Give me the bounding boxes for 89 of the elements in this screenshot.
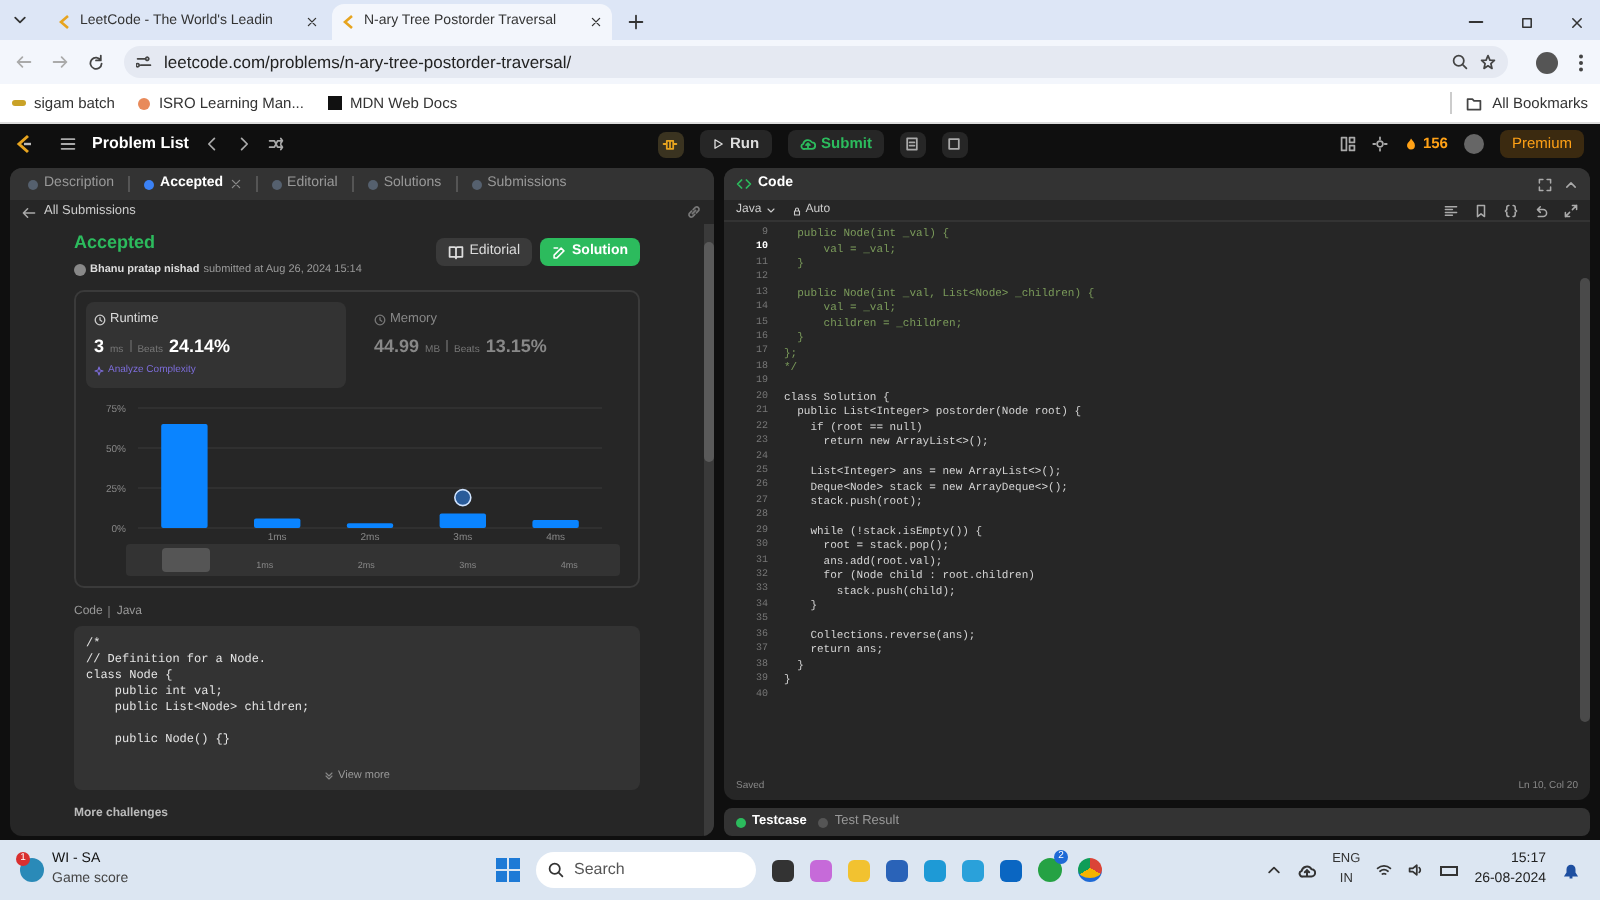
list-icon [60,136,76,152]
settings-icon[interactable] [1372,136,1389,152]
tab-icon [271,179,282,189]
zoom-icon[interactable] [1452,54,1468,70]
search-icon [548,862,564,878]
user-avatar [74,263,86,276]
debug-button[interactable] [657,131,684,157]
sparkle-icon [94,366,104,377]
chrome-icon[interactable] [1078,858,1102,882]
lock-icon [791,205,802,215]
beats-value: 24.14% [168,333,231,359]
status-text: Accepted [74,230,158,256]
beats-value: 13.15% [485,333,547,359]
battery-icon[interactable] [1440,865,1459,875]
user-avatar[interactable] [1463,134,1484,154]
url-text: leetcode.com/problems/n-ary-tree-postorder-traversal/ [164,49,574,75]
clock-icon [374,313,386,326]
bookmark-icon [138,97,151,109]
site-settings-icon[interactable] [136,54,152,70]
profile-avatar[interactable] [1536,51,1558,73]
problem-list-link[interactable]: Problem List [92,132,189,156]
histogram-bar [254,517,301,527]
bookmark-icon [327,96,342,110]
previous-icon[interactable] [204,136,221,152]
tab-icon [28,179,38,189]
volume-icon[interactable] [1408,862,1425,878]
tab-icon [367,179,378,189]
tab-icon [818,817,829,827]
chevron-down-icon [765,205,776,215]
stat-value: 3 [94,333,105,359]
wifi-icon[interactable] [1376,862,1393,878]
tab-icon [736,817,746,827]
edit-icon [552,245,566,259]
note-icon [904,136,921,152]
tab-favicon-icon [58,14,72,30]
maximize-icon[interactable] [1520,16,1534,30]
undo-icon[interactable] [1534,203,1548,217]
address-bar[interactable]: leetcode.com/problems/n-ary-tree-postorder-traversal/ [124,46,1508,78]
histogram-bar [532,519,579,527]
histogram-bar [161,423,208,527]
bug-icon [662,136,679,152]
shuffle-icon[interactable] [268,136,285,152]
scrollbar-thumb[interactable] [704,242,714,462]
collapse-icon[interactable] [1564,177,1578,191]
notes-button[interactable] [941,131,968,157]
tab-icon [144,179,155,189]
close-icon[interactable] [1570,16,1584,30]
bookmark-icon[interactable] [1474,203,1488,217]
search-placeholder: Search [574,858,625,882]
link-icon[interactable] [686,204,702,220]
reload-icon[interactable] [88,54,104,70]
notification-bell-icon[interactable] [1562,861,1580,879]
new-tab-icon[interactable] [628,14,644,30]
fullscreen-icon[interactable] [1538,177,1552,191]
chevron-down-icon [324,770,335,781]
histogram-bar [439,512,486,527]
search-field[interactable]: Search [536,852,756,888]
back-arrow-icon[interactable] [22,205,36,219]
histogram-bar [346,522,394,527]
clock-icon [94,313,106,326]
upload-cloud-icon [799,136,816,152]
format-icon[interactable] [1444,203,1458,217]
tab-icon [471,179,482,189]
scrollbar[interactable] [704,224,714,836]
tab-search-icon[interactable] [12,12,28,28]
bookmark-icon [12,100,26,106]
tab-favicon-icon [342,14,356,30]
close-icon[interactable] [590,16,602,28]
stat-value: 44.99 [374,333,420,359]
play-icon [711,138,724,150]
bookmark-star-icon[interactable] [1480,54,1496,70]
expand-icon[interactable] [1564,203,1578,217]
chevron-up-icon[interactable] [1266,862,1283,878]
next-icon[interactable] [236,136,253,152]
overview-window [162,547,210,571]
scrollbar-thumb[interactable] [1580,278,1590,722]
user-avatar [454,487,472,506]
flame-icon [1404,136,1419,152]
close-icon[interactable] [306,16,318,28]
layout-icon[interactable] [1340,136,1357,152]
cloud-icon[interactable] [1298,861,1317,879]
logo-icon[interactable] [16,134,32,154]
note-button[interactable] [899,131,926,157]
menu-icon[interactable] [1578,53,1584,71]
braces-icon[interactable] [1504,203,1518,217]
square-icon [946,136,963,152]
start-button[interactable] [496,858,520,882]
code-icon [736,176,752,192]
book-icon [447,244,464,260]
